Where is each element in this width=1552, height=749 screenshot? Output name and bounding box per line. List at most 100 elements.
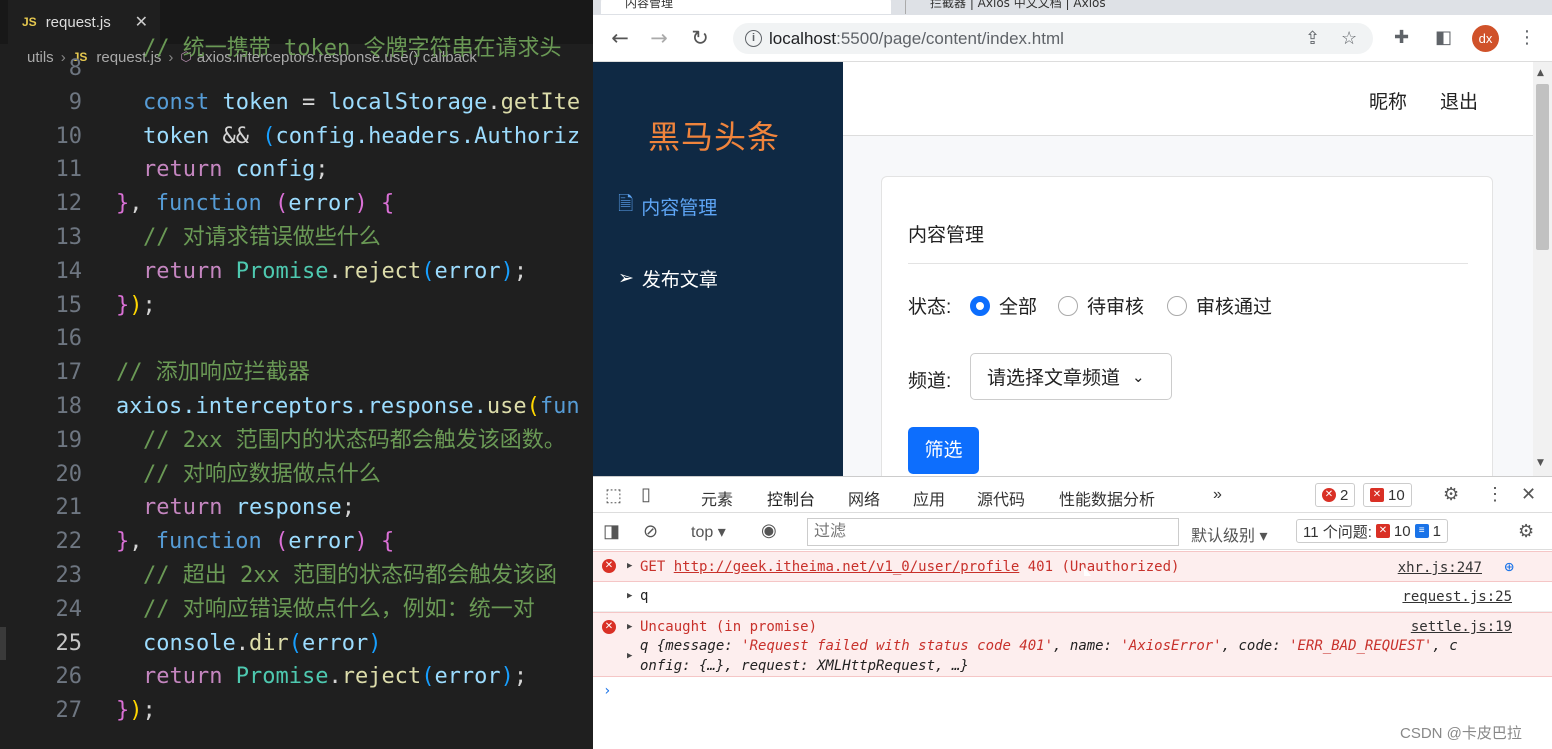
filter-button[interactable]: 筛选 bbox=[908, 427, 979, 474]
console-prompt[interactable]: › bbox=[603, 683, 611, 699]
app-logo: 黑马头条 bbox=[648, 119, 781, 155]
source-link[interactable]: settle.js:19 bbox=[1411, 619, 1512, 635]
console-row-error[interactable]: ✕ ▶ Uncaught (in promise) settle.js:19 ▶… bbox=[593, 612, 1552, 677]
divider bbox=[908, 263, 1468, 264]
page-scrollbar[interactable]: ▲ ▼ bbox=[1533, 62, 1552, 476]
error-count-badge[interactable]: ✕ 2 bbox=[1315, 483, 1356, 507]
code-line: 15}); bbox=[55, 292, 156, 318]
scroll-up-icon[interactable]: ▲ bbox=[1537, 68, 1544, 78]
network-request-icon[interactable]: ⊕ bbox=[1504, 557, 1514, 576]
send-icon: ➢ bbox=[618, 268, 634, 289]
tab-performance[interactable]: 性能数据分析 bbox=[1059, 486, 1155, 510]
code-line: 9 const token = localStorage.getIte bbox=[68, 89, 581, 115]
card-title: 内容管理 bbox=[908, 225, 985, 246]
expand-triangle-icon[interactable]: ▶ bbox=[627, 591, 632, 601]
console-row-log[interactable]: ▶ q request.js:25 bbox=[593, 582, 1552, 612]
code-line: 19// 2xx 范围内的状态码都会触发该函数。 bbox=[55, 427, 566, 453]
watermark: CSDN @卡皮巴拉 bbox=[1400, 725, 1522, 742]
page-viewport: 黑马头条 🗎 内容管理 ➢ 发布文章 昵称 退出 内容管理 状态: 全部 待审核… bbox=[593, 62, 1552, 476]
reload-icon[interactable]: ↻ bbox=[687, 25, 713, 51]
js-file-icon: JS bbox=[22, 15, 37, 29]
code-line: 14 return Promise.reject(error); bbox=[55, 258, 528, 284]
error-icon: ✕ bbox=[1322, 488, 1336, 502]
lock-icon[interactable]: i bbox=[745, 30, 762, 47]
expand-triangle-icon[interactable]: ▶ bbox=[627, 651, 632, 661]
request-url-link[interactable]: http://geek.itheima.net/v1_0/user/profil… bbox=[674, 559, 1020, 575]
avatar[interactable]: dx bbox=[1472, 25, 1499, 52]
sidebar-item-content[interactable]: 🗎 内容管理 bbox=[618, 190, 717, 222]
info-icon: ≡ bbox=[1414, 524, 1429, 538]
more-icon[interactable]: ⋮ bbox=[1486, 484, 1504, 505]
console-filter-input[interactable] bbox=[807, 518, 1179, 546]
browser-tab-active[interactable]: 内容管理 bbox=[601, 0, 891, 14]
code-line: 18 axios.interceptors.response.use(fun bbox=[55, 393, 580, 419]
device-icon[interactable]: ▯ bbox=[641, 484, 651, 505]
source-link[interactable]: request.js:25 bbox=[1402, 589, 1512, 605]
source-link[interactable]: xhr.js:247 bbox=[1398, 560, 1482, 576]
code-line: 8// 统一携带 token 令牌字符串在请求头 bbox=[68, 36, 562, 81]
code-line-active: 25 console.dir(error) bbox=[0, 626, 593, 661]
scrollbar-thumb[interactable] bbox=[1536, 84, 1549, 250]
eye-icon[interactable]: ◉ bbox=[761, 520, 777, 541]
status-radio-approved[interactable]: 审核通过 bbox=[1167, 292, 1272, 319]
tab-application[interactable]: 应用 bbox=[913, 486, 945, 510]
sidepanel-icon[interactable]: ◧ bbox=[1435, 27, 1452, 48]
code-line: 13// 对请求错误做些什么 bbox=[55, 224, 381, 250]
logout-link[interactable]: 退出 bbox=[1440, 87, 1478, 114]
code-line: 26 return Promise.reject(error); bbox=[55, 664, 528, 690]
more-icon[interactable]: ⋮ bbox=[1518, 27, 1536, 48]
expand-triangle-icon[interactable]: ▶ bbox=[627, 622, 632, 632]
console-row-error[interactable]: ✕ ▶ GET http://geek.itheima.net/v1_0/use… bbox=[593, 551, 1552, 582]
status-label: 状态: bbox=[908, 297, 952, 318]
settings-icon[interactable]: ⚙ bbox=[1443, 484, 1459, 505]
url-path: :5500/page/content/index.html bbox=[836, 28, 1064, 48]
status-radio-all[interactable]: 全部 bbox=[970, 292, 1037, 319]
code-line: 16 bbox=[55, 326, 83, 352]
chevron-down-icon: ⌄ bbox=[1132, 368, 1145, 386]
issues-button[interactable]: 11 个问题: ✕ 10 ≡ 1 bbox=[1296, 519, 1448, 543]
browser-window: 内容管理 拦截器 | Axios 中文文档 | Axios ← → ↻ i lo… bbox=[593, 0, 1552, 749]
more-tabs-icon[interactable]: » bbox=[1213, 486, 1222, 504]
console-toolbar: ◨ ⊘ top ▾ ◉ 默认级别 ▾ 11 个问题:✕10≡1 ⚙ bbox=[593, 514, 1552, 550]
tab-network[interactable]: 网络 bbox=[848, 486, 880, 510]
error-icon: ✕ bbox=[602, 559, 616, 573]
code-line: 22}, function (error) { bbox=[55, 529, 395, 555]
share-icon[interactable]: ⇪ bbox=[1305, 28, 1320, 49]
status-radio-pending[interactable]: 待审核 bbox=[1058, 292, 1144, 319]
browser-tab[interactable]: 拦截器 | Axios 中文文档 | Axios bbox=[905, 0, 1195, 14]
error-icon: ✕ bbox=[602, 620, 616, 634]
back-icon[interactable]: ← bbox=[607, 25, 633, 51]
clear-console-icon[interactable]: ⊘ bbox=[643, 521, 658, 542]
close-icon[interactable]: ✕ bbox=[135, 12, 148, 32]
warning-count-badge[interactable]: ✕ 10 bbox=[1363, 483, 1412, 507]
settings-icon[interactable]: ⚙ bbox=[1518, 521, 1534, 542]
document-icon: 🗎 bbox=[618, 194, 634, 215]
scroll-down-icon[interactable]: ▼ bbox=[1537, 458, 1544, 468]
inspect-icon[interactable]: ⬚ bbox=[605, 485, 622, 506]
expand-triangle-icon[interactable]: ▶ bbox=[627, 561, 632, 571]
sidebar-toggle-icon[interactable]: ◨ bbox=[603, 521, 620, 542]
nickname-link[interactable]: 昵称 bbox=[1369, 87, 1407, 114]
forward-icon[interactable]: → bbox=[646, 25, 672, 51]
code-editor[interactable]: JS request.js ✕ utils › JS request.js › … bbox=[0, 0, 593, 749]
console-output[interactable]: ✕ ▶ GET http://geek.itheima.net/v1_0/use… bbox=[593, 551, 1552, 749]
channel-select[interactable]: 请选择文章频道 ⌄ bbox=[970, 353, 1172, 400]
extensions-icon[interactable]: ✚ bbox=[1394, 27, 1409, 48]
tab-sources[interactable]: 源代码 bbox=[977, 486, 1025, 510]
log-level-select[interactable]: 默认级别 ▾ bbox=[1191, 522, 1268, 546]
tab-elements[interactable]: 元素 bbox=[701, 486, 733, 510]
code-line: 10 token && (config.headers.Authoriz bbox=[55, 123, 581, 149]
code-line: 27}); bbox=[55, 698, 156, 724]
address-bar[interactable]: i localhost:5500/page/content/index.html… bbox=[733, 23, 1373, 54]
editor-tab-request-js[interactable]: JS request.js ✕ bbox=[8, 0, 160, 44]
mouse-cursor-icon bbox=[1084, 567, 1091, 576]
context-select[interactable]: top ▾ bbox=[691, 522, 726, 542]
close-icon[interactable]: ✕ bbox=[1521, 484, 1536, 505]
bookmark-star-icon[interactable]: ☆ bbox=[1341, 28, 1357, 49]
radio-checked-icon bbox=[970, 295, 990, 316]
browser-toolbar: ← → ↻ i localhost:5500/page/content/inde… bbox=[593, 15, 1552, 62]
code-area[interactable]: 8// 统一携带 token 令牌字符串在请求头 9 const token = … bbox=[0, 36, 593, 728]
code-line: 17// 添加响应拦截器 bbox=[55, 360, 310, 386]
browser-tab-strip: 内容管理 拦截器 | Axios 中文文档 | Axios bbox=[593, 0, 1552, 15]
sidebar-item-publish[interactable]: ➢ 发布文章 bbox=[618, 265, 718, 292]
